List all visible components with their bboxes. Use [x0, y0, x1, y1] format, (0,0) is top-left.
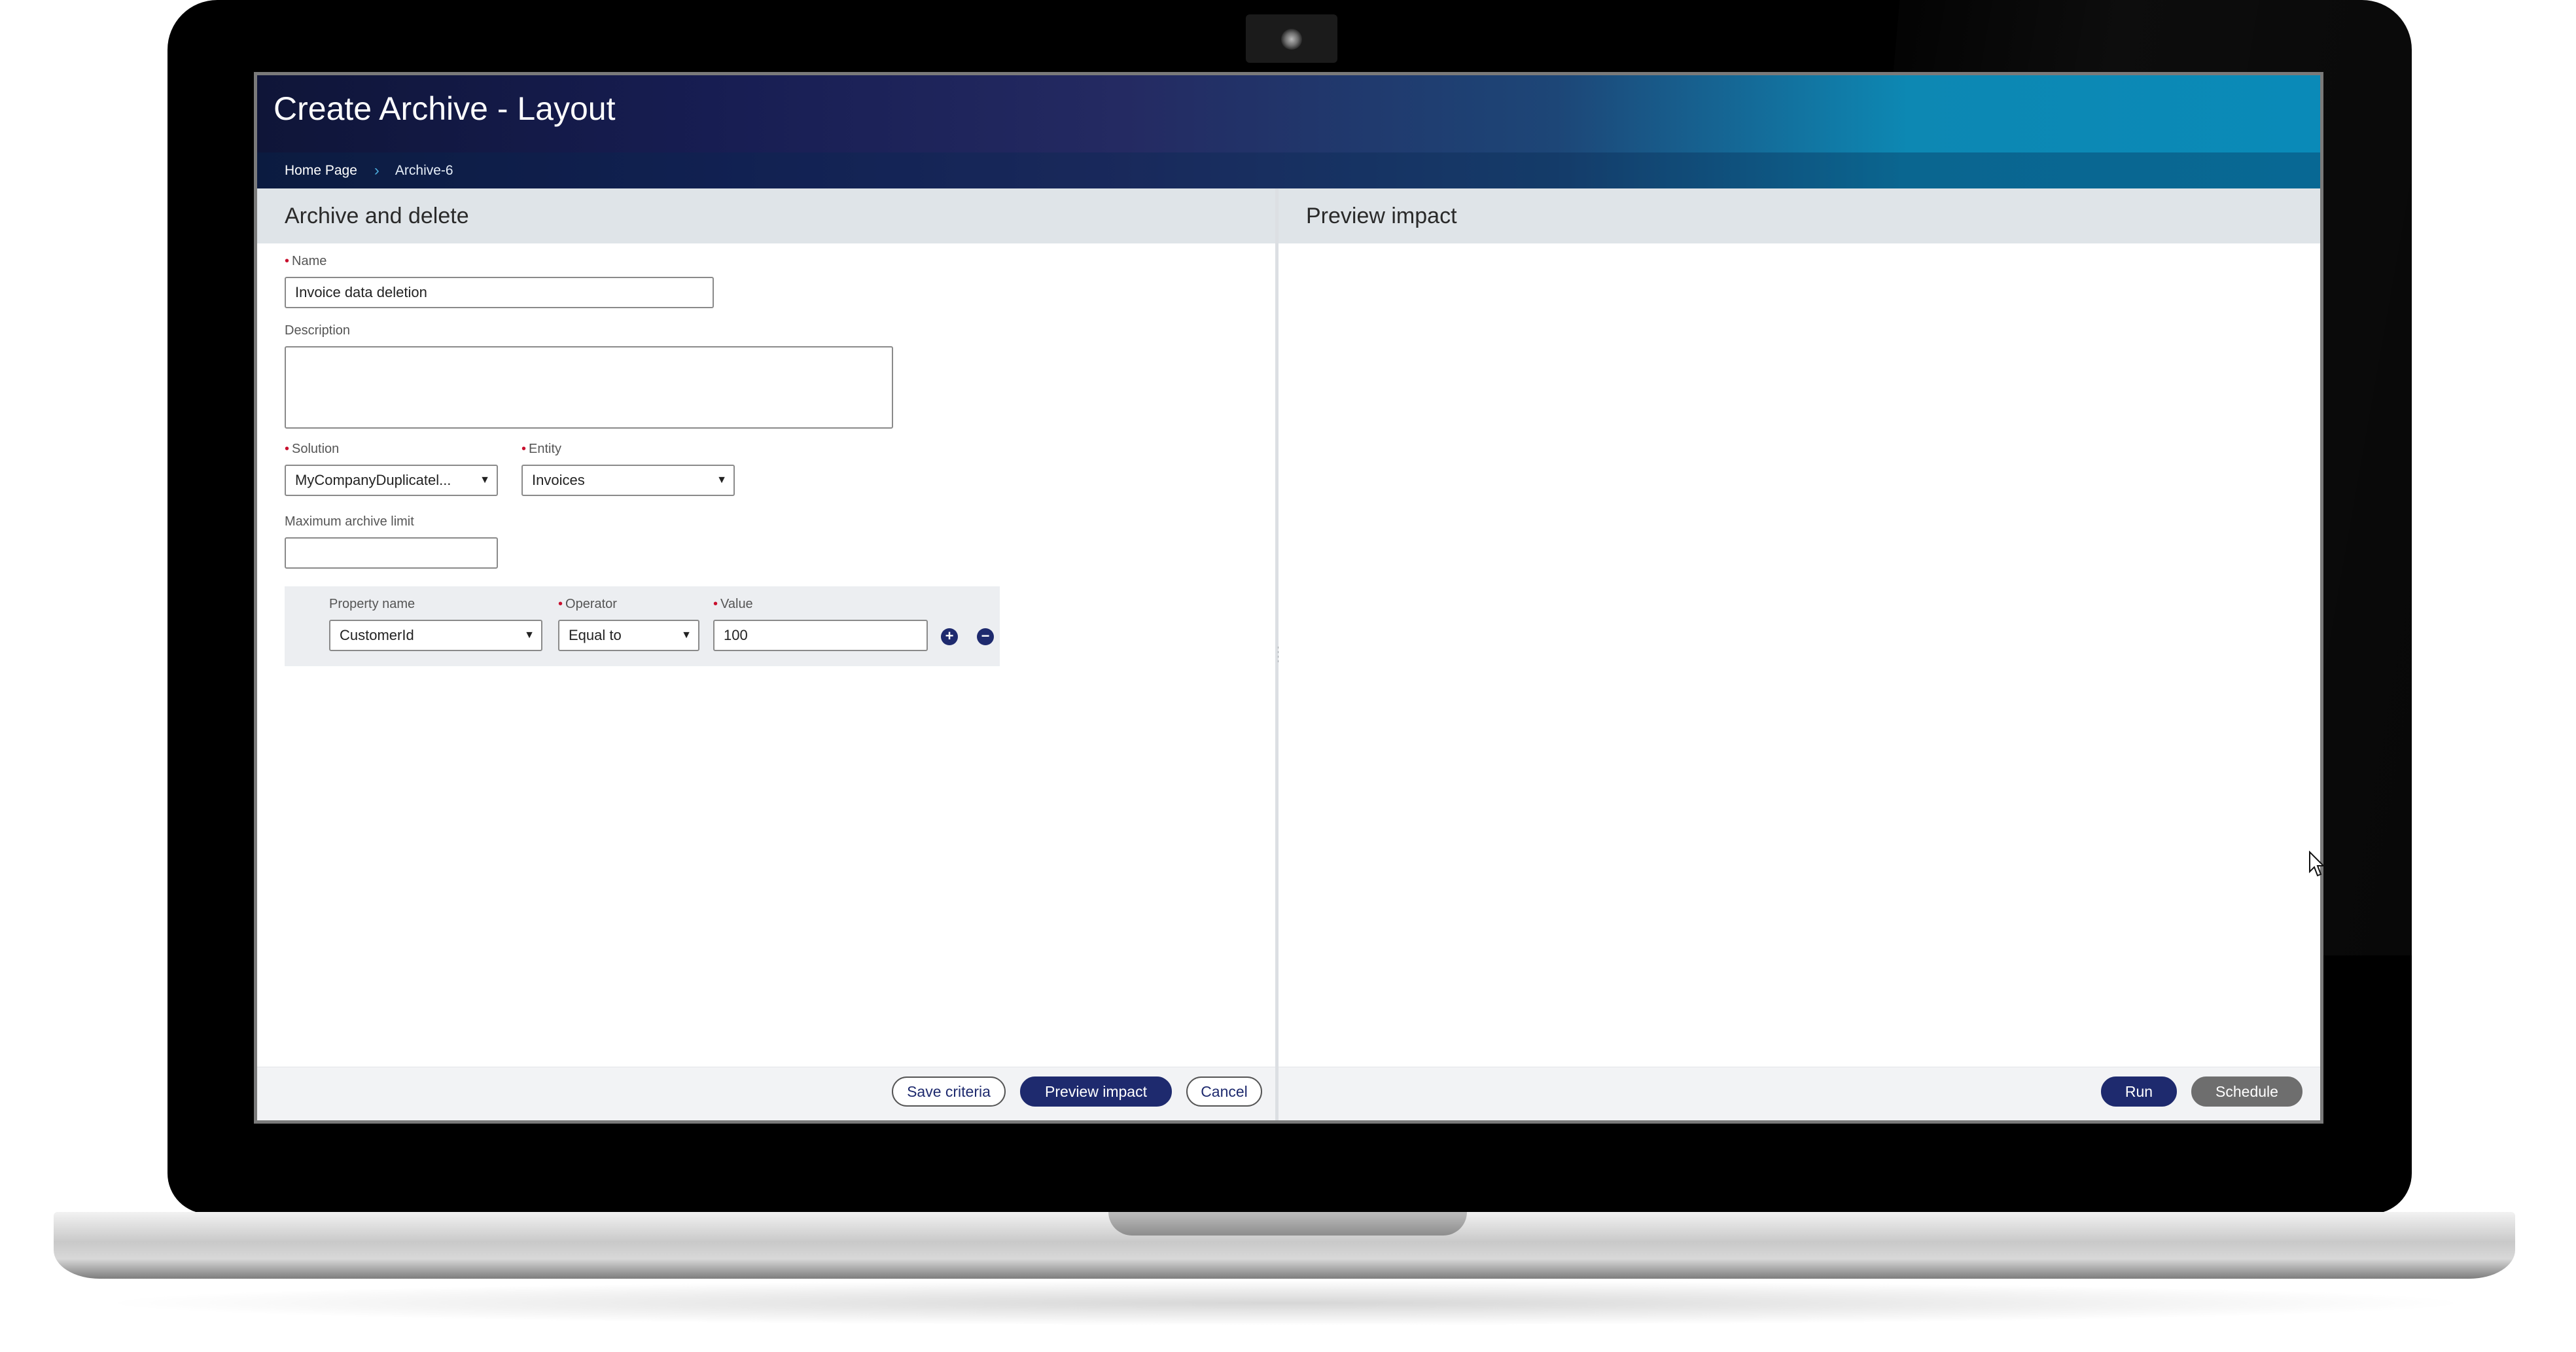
chevron-down-icon: ▼ [716, 474, 727, 486]
schedule-button[interactable]: Schedule [2191, 1076, 2303, 1107]
property-label: Property name [329, 597, 415, 611]
description-textarea[interactable] [285, 346, 893, 429]
chevron-down-icon: ▼ [681, 630, 692, 641]
chevron-down-icon: ▼ [480, 474, 490, 486]
value-input[interactable]: 100 [713, 620, 928, 651]
solution-field-group: • Solution MyCompanyDuplicatel... ▼ [285, 442, 498, 496]
max-limit-field-group: Maximum archive limit [285, 514, 498, 569]
operator-selected-value: Equal to [569, 627, 622, 643]
property-select[interactable]: CustomerId ▼ [329, 620, 542, 651]
chevron-right-icon: › [374, 161, 379, 179]
description-label: Description [285, 323, 351, 338]
preview-impact-button[interactable]: Preview impact [1020, 1076, 1172, 1107]
name-field-group: • Name Invoice data deletion [285, 254, 714, 308]
laptop-base [54, 1212, 2515, 1279]
value-label: • Value [713, 597, 753, 611]
max-limit-input[interactable] [285, 537, 498, 569]
minus-circle-icon[interactable]: − [977, 628, 994, 645]
entity-label: • Entity [521, 442, 562, 456]
hinge-notch [1108, 1212, 1467, 1236]
preview-panel-title: Preview impact [1279, 188, 2320, 243]
camera-icon [1281, 29, 1302, 50]
preview-panel: Preview impact Run Schedule [1279, 188, 2320, 1120]
base-shadow [92, 1280, 2480, 1326]
solution-selected-value: MyCompanyDuplicatel... [295, 472, 451, 488]
entity-select[interactable]: Invoices ▼ [521, 465, 735, 496]
app-header: Create Archive - Layout Home Page › Arch… [257, 75, 2320, 188]
cancel-button[interactable]: Cancel [1186, 1076, 1262, 1107]
mouse-pointer-icon [2309, 851, 2324, 877]
property-field-group: Property name CustomerId ▼ [329, 597, 542, 651]
entity-field-group: • Entity Invoices ▼ [521, 442, 735, 496]
run-button[interactable]: Run [2101, 1076, 2177, 1107]
archive-panel-footer: Save criteria Preview impact Cancel [257, 1067, 1275, 1120]
solution-label: • Solution [285, 442, 340, 456]
entity-selected-value: Invoices [532, 472, 585, 488]
panels: Archive and delete • Name Invoice data de… [257, 188, 2320, 1120]
camera-housing [1246, 14, 1337, 63]
property-selected-value: CustomerId [340, 627, 414, 643]
archive-panel: Archive and delete • Name Invoice data de… [257, 188, 1279, 1120]
criteria-row: Property name CustomerId ▼ • Operator Equ… [285, 586, 1000, 666]
breadcrumb: Home Page › Archive-6 [257, 152, 2320, 188]
description-field-group: Description [285, 323, 893, 429]
chevron-down-icon: ▼ [524, 630, 535, 641]
name-label: • Name [285, 254, 327, 268]
plus-circle-icon[interactable]: + [941, 628, 958, 645]
max-limit-label: Maximum archive limit [285, 514, 414, 529]
solution-select[interactable]: MyCompanyDuplicatel... ▼ [285, 465, 498, 496]
operator-label: • Operator [558, 597, 617, 611]
breadcrumb-current: Archive-6 [395, 162, 453, 178]
value-field-group: • Value 100 [713, 597, 928, 651]
name-input[interactable]: Invoice data deletion [285, 277, 714, 308]
breadcrumb-home-link[interactable]: Home Page [285, 163, 357, 179]
app-window: Create Archive - Layout Home Page › Arch… [254, 72, 2323, 1124]
operator-field-group: • Operator Equal to ▼ [558, 597, 699, 651]
page-title: Create Archive - Layout [273, 90, 616, 127]
archive-panel-title: Archive and delete [257, 188, 1275, 243]
operator-select[interactable]: Equal to ▼ [558, 620, 699, 651]
preview-panel-footer: Run Schedule [1279, 1067, 2320, 1120]
save-criteria-button[interactable]: Save criteria [892, 1076, 1006, 1107]
